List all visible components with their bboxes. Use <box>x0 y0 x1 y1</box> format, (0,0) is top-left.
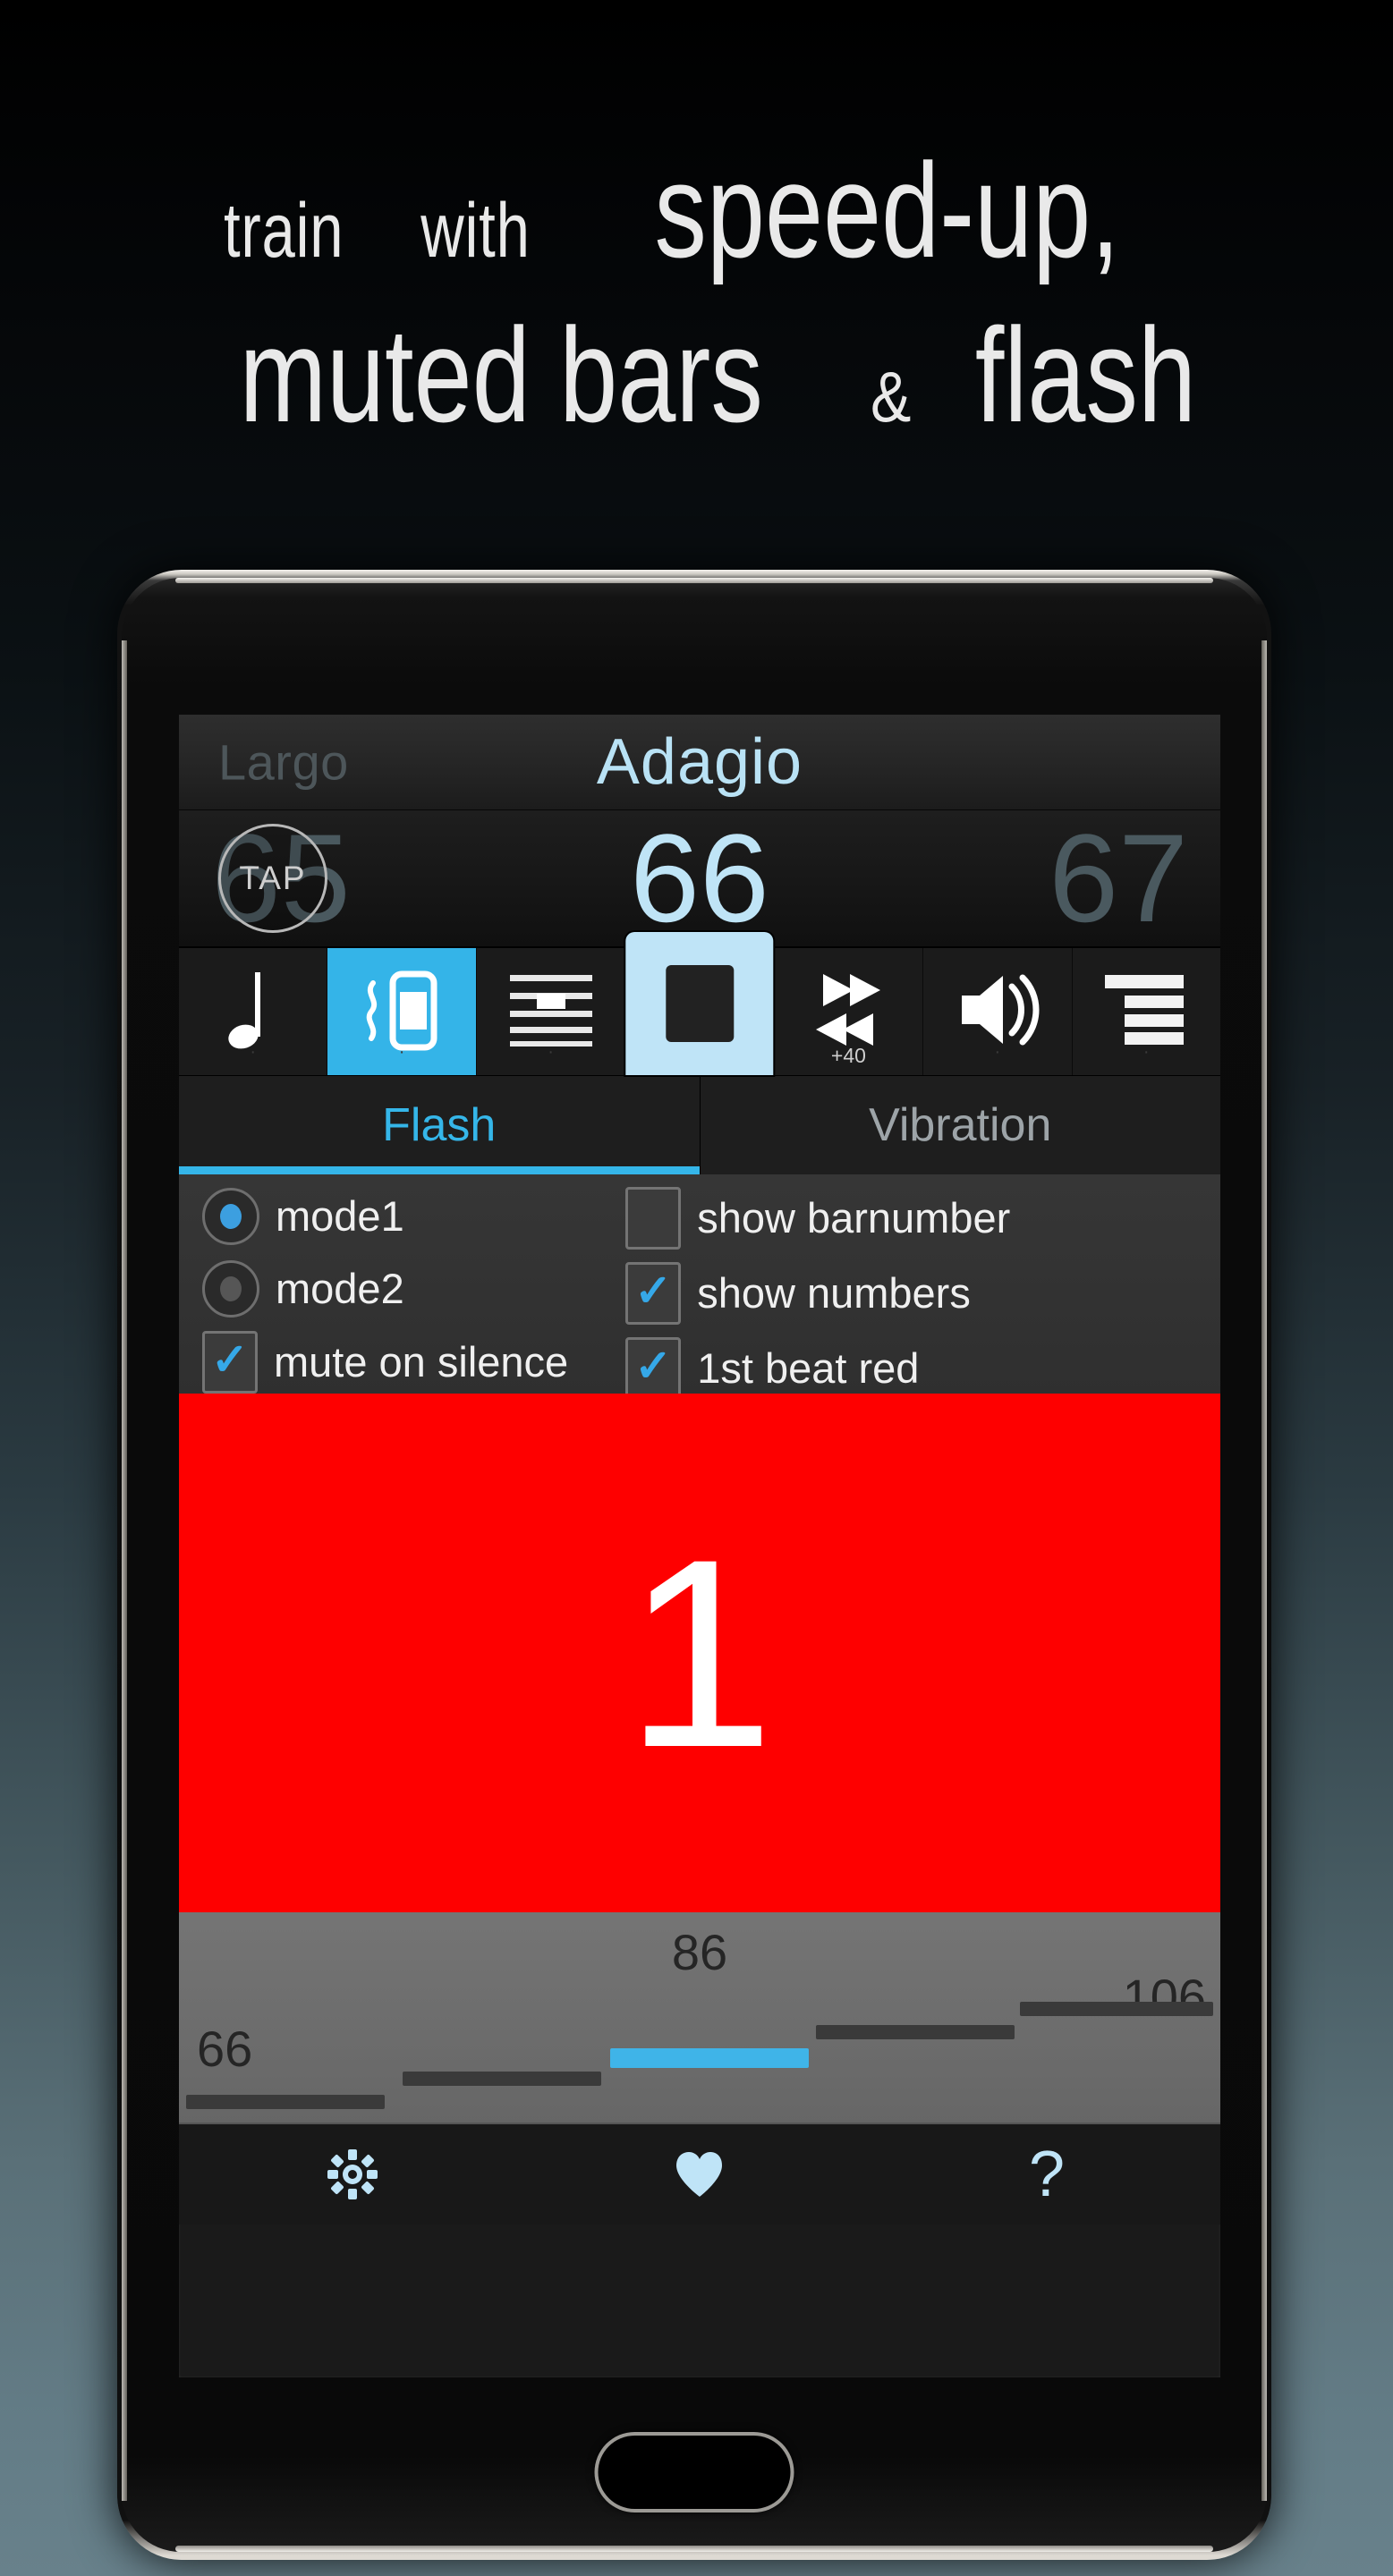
beat-number-display: 1 <box>624 1503 775 1803</box>
heart-icon <box>674 2150 726 2199</box>
nav-button-settings[interactable] <box>179 2148 526 2200</box>
radio-button-off-icon[interactable] <box>202 1259 259 1318</box>
tempo-name-bar[interactable]: Largo Adagio <box>179 715 1220 810</box>
headline-word-speedup: speed-up, <box>654 135 1121 285</box>
mode-tabs: Flash Vibration <box>179 1076 1220 1174</box>
option-mode2[interactable]: mode2 <box>202 1259 625 1319</box>
option-first-beat-red[interactable]: ✓ 1st beat red <box>625 1337 1197 1394</box>
headline-word-flash: flash <box>974 300 1196 450</box>
option-mute-on-silence[interactable]: ✓ mute on silence <box>202 1331 625 1394</box>
staircase-step[interactable] <box>1020 2002 1213 2016</box>
bpm-selector-bar[interactable]: 65 TAP 66 67 <box>179 810 1220 948</box>
phone-bezel: Largo Adagio 65 TAP 66 67 · · · +40 · · … <box>122 578 1267 2552</box>
toolbar-button-setlist[interactable]: · <box>1073 948 1220 1075</box>
start-stop-highlight[interactable] <box>625 932 774 1075</box>
staircase-step-current[interactable] <box>610 2048 809 2068</box>
question-mark-icon: ? <box>1028 2139 1066 2210</box>
promo-headline: train with speed-up, muted bars & flash <box>0 134 1393 442</box>
option-label: mode1 <box>276 1192 404 1241</box>
toolbar-button-volume[interactable]: · <box>923 948 1073 1075</box>
bezel-right-edge <box>1261 640 1267 2501</box>
headline-line-2: muted bars & flash <box>0 308 1393 442</box>
nav-button-help[interactable]: ? <box>873 2142 1220 2207</box>
headline-word-with: with <box>420 188 531 274</box>
bezel-bottom-edge <box>175 2546 1213 2552</box>
bpm-next[interactable]: 67 <box>1049 816 1188 941</box>
staircase-step[interactable] <box>816 2025 1015 2039</box>
option-label: 1st beat red <box>697 1344 920 1393</box>
toolbar-button-speed-trainer[interactable]: +40 <box>775 948 924 1075</box>
staircase-end-label: 106 <box>1122 1969 1206 2025</box>
checkbox-checked-icon[interactable]: ✓ <box>625 1337 682 1394</box>
check-mark-icon: ✓ <box>634 1341 673 1391</box>
staircase-step[interactable] <box>186 2095 385 2109</box>
radio-dot <box>220 1204 242 1230</box>
option-mode1[interactable]: mode1 <box>202 1187 625 1247</box>
staircase-start-label: 66 <box>197 2021 253 2077</box>
home-button[interactable] <box>598 2436 791 2509</box>
option-label: show numbers <box>697 1269 971 1318</box>
bezel-top-edge <box>175 578 1213 583</box>
speed-trainer-increment-label: +40 <box>830 1044 866 1067</box>
options-column-right: show barnumber ✓ show numbers ✓ 1st beat… <box>625 1187 1197 1394</box>
tap-tempo-button[interactable]: TAP <box>218 824 327 933</box>
toolbar-button-vibration[interactable]: · <box>327 948 477 1075</box>
staircase-current-label: 86 <box>671 1924 728 1980</box>
tab-vibration[interactable]: Vibration <box>701 1076 1221 1174</box>
nav-button-favorites[interactable] <box>526 2150 873 2199</box>
options-panel: mode1 mode2 ✓ mute on silence show barnu… <box>179 1174 1220 1394</box>
tempo-name-current[interactable]: Adagio <box>597 725 803 799</box>
check-mark-icon: ✓ <box>634 1266 673 1316</box>
fast-forward-rewind-icon <box>803 969 893 1055</box>
toolbar-sub-label: · <box>1142 1042 1150 1062</box>
headline-line-1: train with speed-up, <box>0 143 1393 277</box>
flash-display-panel[interactable]: 1 <box>179 1394 1220 1912</box>
tab-flash[interactable]: Flash <box>179 1076 701 1174</box>
toolbar-button-beat-accent[interactable]: · <box>477 948 626 1075</box>
radio-button-on-icon[interactable] <box>202 1188 259 1246</box>
option-show-barnumber[interactable]: show barnumber <box>625 1187 1197 1250</box>
checkbox-checked-icon[interactable]: ✓ <box>202 1331 258 1394</box>
phone-device-frame: Largo Adagio 65 TAP 66 67 · · · +40 · · … <box>117 570 1271 2560</box>
option-show-numbers[interactable]: ✓ show numbers <box>625 1262 1197 1325</box>
staircase-step[interactable] <box>403 2072 601 2086</box>
radio-dot <box>220 1275 242 1301</box>
headline-word-amp: & <box>870 357 911 436</box>
checkbox-unchecked-icon[interactable] <box>625 1187 682 1250</box>
toolbar-button-note-value[interactable]: · <box>179 948 328 1075</box>
bottom-navigation-bar: ? <box>179 2123 1220 2224</box>
checkbox-checked-icon[interactable]: ✓ <box>625 1262 682 1325</box>
toolbar-sub-label: · <box>994 1042 1001 1062</box>
gear-icon <box>327 2148 378 2200</box>
speed-trainer-staircase[interactable]: 66 86 106 <box>179 1912 1220 2123</box>
options-column-left: mode1 mode2 ✓ mute on silence <box>202 1187 625 1394</box>
stop-square-icon <box>665 965 734 1042</box>
toolbar-sub-label: · <box>398 1042 405 1062</box>
bpm-current[interactable]: 66 <box>630 816 769 941</box>
option-label: show barnumber <box>697 1194 1011 1242</box>
tempo-name-previous[interactable]: Largo <box>218 733 349 792</box>
toolbar-button-start-stop[interactable] <box>625 932 775 1075</box>
option-label: mute on silence <box>274 1338 569 1386</box>
toolbar-sub-label: · <box>250 1042 257 1062</box>
check-mark-icon: ✓ <box>211 1335 249 1385</box>
option-label: mode2 <box>276 1264 404 1312</box>
app-screen: Largo Adagio 65 TAP 66 67 · · · +40 · · … <box>179 715 1220 2377</box>
headline-word-mutedbars: muted bars <box>239 300 764 450</box>
app-toolbar: · · · +40 · · <box>179 932 1220 1076</box>
headline-word-train: train <box>224 188 344 274</box>
list-icon <box>1105 971 1187 1053</box>
toolbar-sub-label: · <box>548 1042 554 1062</box>
bezel-left-edge <box>122 640 127 2501</box>
